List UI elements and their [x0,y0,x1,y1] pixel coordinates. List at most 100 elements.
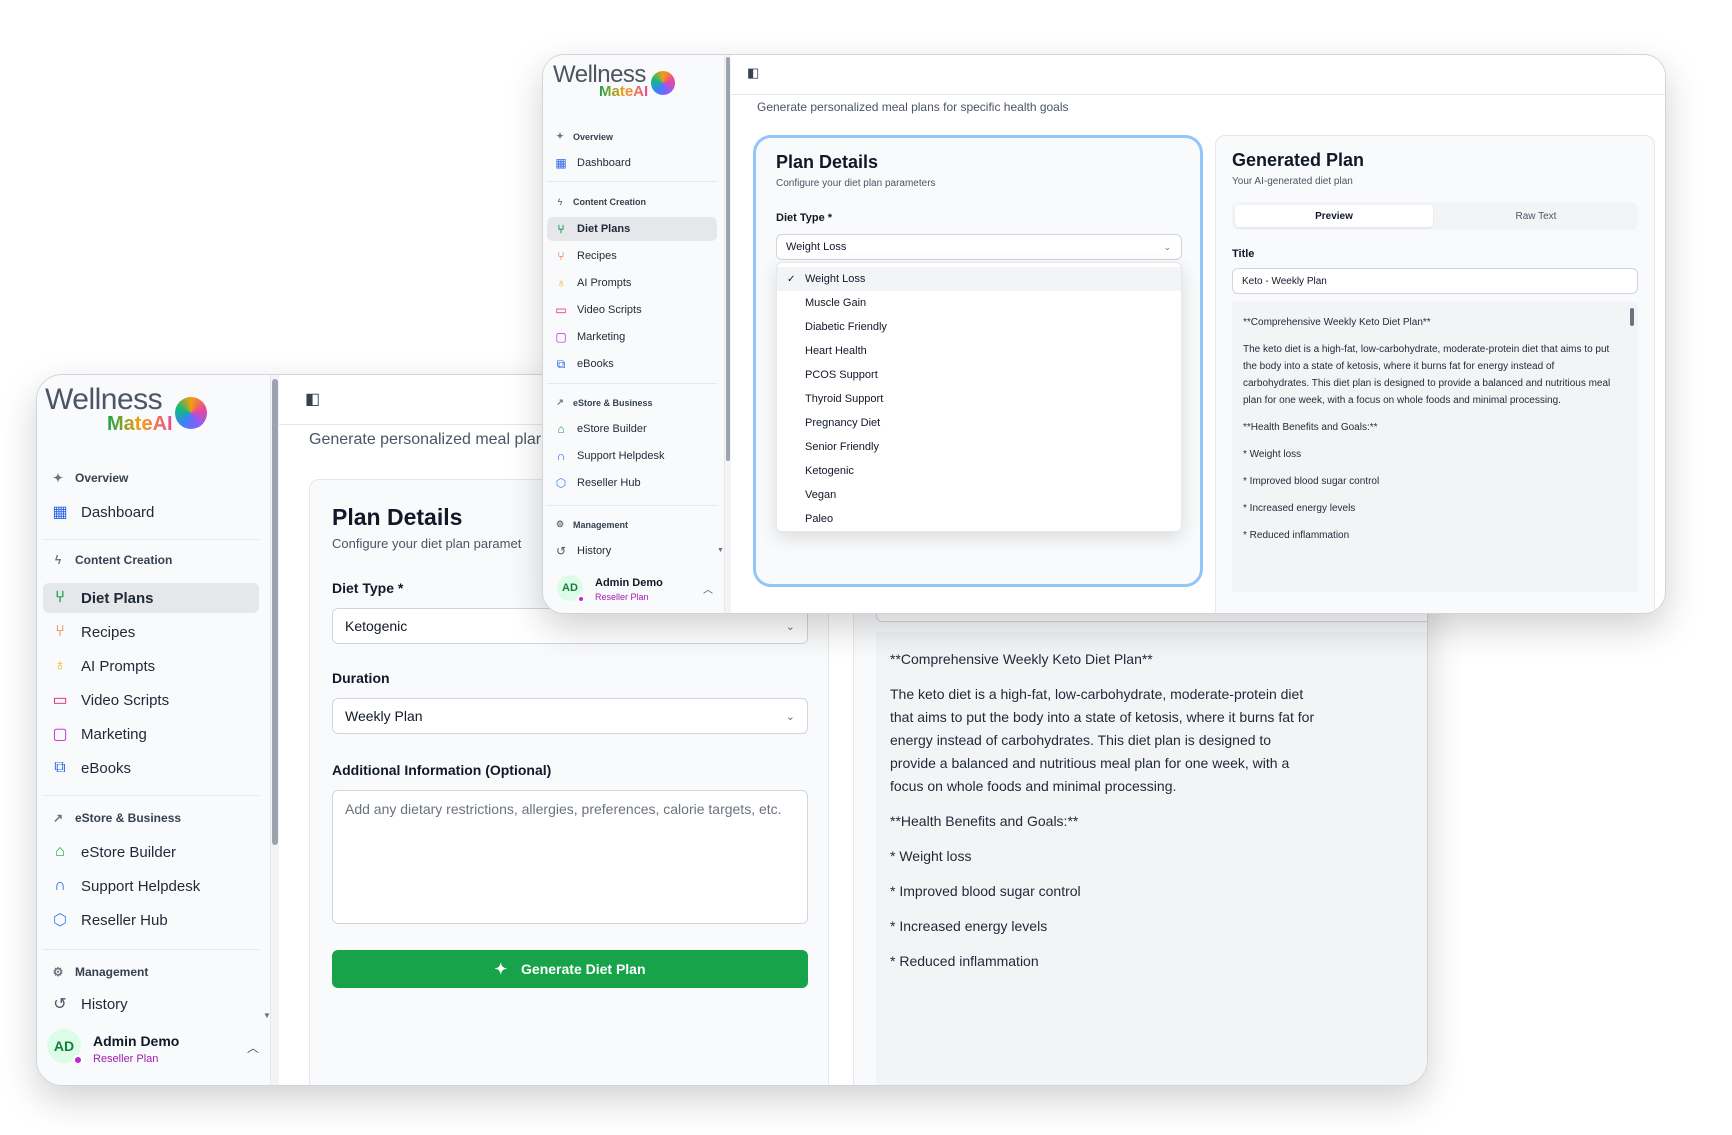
plan-title-input[interactable]: Keto - Weekly Plan [1232,268,1638,294]
diet-option[interactable]: Thyroid Support [777,387,1181,411]
diet-type-select[interactable]: Weight Loss ⌄ [776,234,1182,260]
lightbulb-icon: ♁ [54,657,66,674]
book-icon: ⧉ [54,759,66,776]
sidebar-item-reseller-hub[interactable]: ⬡ Reseller Hub [43,905,259,935]
brain-logo-icon [175,397,207,429]
section-content-creation: ϟ Content Creation [49,553,173,567]
tab-preview[interactable]: Preview [1235,205,1433,227]
history-icon: ↺ [555,544,567,558]
history-icon: ↺ [53,996,67,1013]
plan-details-subtitle: Configure your diet plan paramet [332,536,522,551]
sidebar-item-estore-builder[interactable]: ⌂ eStore Builder [547,417,717,441]
additional-info-label: Additional Information (Optional) [332,762,552,778]
sidebar-item-recipes[interactable]: ⑂ Recipes [43,617,259,647]
title-label: Title [1232,248,1255,260]
diet-option[interactable]: Vegan [777,483,1181,507]
page-subtitle: Generate personalized meal plans for spe… [757,100,1069,114]
sidebar-toggle-icon[interactable]: ◧ [747,65,759,81]
sidebar: Wellness MateAI ✦ Overview ▦ Dashboard ϟ… [37,375,271,1085]
section-content-creation: ϟ Content Creation [553,197,646,207]
diet-option[interactable]: Muscle Gain [777,291,1181,315]
diet-option[interactable]: Paleo [777,507,1181,531]
fork-knife-icon: ⑂ [557,249,565,263]
store-icon: ⌂ [557,422,565,436]
sidebar-item-ai-prompts[interactable]: ♁ AI Prompts [547,271,717,295]
sidebar-divider [43,539,259,540]
diet-option[interactable]: Pregnancy Diet [777,411,1181,435]
sidebar-item-ai-prompts[interactable]: ♁ AI Prompts [43,651,259,681]
sidebar-divider [547,383,717,384]
sidebar-scroll-thumb[interactable] [726,57,730,461]
sidebar-divider [43,795,259,796]
tab-raw-text[interactable]: Raw Text [1437,205,1635,227]
sidebar-item-support-helpdesk[interactable]: ∩ Support Helpdesk [43,871,259,901]
sidebar-item-estore-builder[interactable]: ⌂ eStore Builder [43,837,259,867]
duration-label: Duration [332,670,390,686]
sidebar-item-ebooks[interactable]: ⧉ eBooks [547,352,717,376]
sidebar-item-support-helpdesk[interactable]: ∩ Support Helpdesk [547,444,717,468]
package-icon: ⬡ [53,912,67,929]
online-status-dot [73,1055,83,1065]
brand-sub: MateAI [599,83,649,100]
sidebar-item-history[interactable]: ↺ History [547,539,717,563]
sidebar-item-history[interactable]: ↺ History [43,989,259,1019]
sidebar-item-video-scripts[interactable]: ▭ Video Scripts [43,685,259,715]
sidebar-item-dashboard[interactable]: ▦ Dashboard [43,497,259,527]
sidebar-scroll-down-icon[interactable]: ▼ [717,547,724,554]
sidebar-item-marketing[interactable]: ▢ Marketing [43,719,259,749]
diet-option[interactable]: PCOS Support [777,363,1181,387]
additional-info-textarea[interactable]: Add any dietary restrictions, allergies,… [332,790,808,924]
sidebar-scrollbar[interactable] [271,375,279,1085]
sidebar-item-reseller-hub[interactable]: ⬡ Reseller Hub [547,471,717,495]
section-overview: ✦ Overview [49,471,128,485]
sidebar-divider [43,949,259,950]
generated-plan-card: Generated Plan Your AI-generated diet pl… [1215,135,1655,613]
plan-content-scroll-thumb[interactable] [1630,308,1634,326]
plan-content: **Comprehensive Weekly Keto Diet Plan** … [1232,302,1626,592]
brand-logo: Wellness MateAI [45,383,265,435]
chevron-down-icon: ⌄ [785,710,795,723]
plan-content-scrollbar[interactable] [1626,302,1638,592]
sidebar-scroll-down-icon[interactable]: ▼ [263,1011,271,1020]
headset-icon: ∩ [54,877,66,894]
sidebar-item-video-scripts[interactable]: ▭ Video Scripts [547,298,717,322]
sidebar-item-marketing[interactable]: ▢ Marketing [547,325,717,349]
user-name: Admin Demo [93,1033,180,1049]
sidebar-item-dashboard[interactable]: ▦ Dashboard [547,151,717,175]
user-plan: Reseller Plan [93,1053,159,1065]
diet-option[interactable]: Diabetic Friendly [777,315,1181,339]
sidebar-item-ebooks[interactable]: ⧉ eBooks [43,753,259,783]
sidebar-item-diet-plans[interactable]: ⑂ Diet Plans [43,583,259,613]
diet-option[interactable]: Heart Health [777,339,1181,363]
sidebar-toggle-icon[interactable]: ◧ [305,389,320,409]
top-bar: ◧ [731,55,1665,95]
section-management: ⚙ Management [49,965,149,979]
diet-type-dropdown: ✓ Weight Loss Muscle Gain Diabetic Frien… [776,262,1182,532]
preview-tabs: Preview Raw Text [1232,202,1638,230]
trend-icon: ↗ [556,397,564,407]
generated-plan-subtitle: Your AI-generated diet plan [1232,176,1353,187]
diet-option[interactable]: Ketogenic [777,459,1181,483]
plan-details-title: Plan Details [332,504,463,530]
video-icon: ▭ [555,303,567,317]
sidebar-item-recipes[interactable]: ⑂ Recipes [547,244,717,268]
dashboard-grid-icon: ▦ [555,156,567,170]
diet-option[interactable]: Senior Friendly [777,435,1181,459]
sidebar-scrollbar[interactable] [725,55,731,613]
package-icon: ⬡ [555,476,567,490]
sidebar-scroll-thumb[interactable] [272,379,278,845]
duration-select[interactable]: Weekly Plan ⌄ [332,698,808,734]
chevron-up-icon[interactable]: ︿ [247,1039,259,1056]
chevron-up-icon[interactable]: ︿ [703,581,713,596]
diet-option[interactable]: ✓ Weight Loss [777,267,1181,291]
user-name: Admin Demo [595,577,663,589]
generate-diet-plan-button[interactable]: ✦ Generate Diet Plan [332,950,808,988]
brain-logo-icon [651,71,675,95]
book-icon: ⧉ [556,356,566,371]
sidebar-item-diet-plans[interactable]: ⑂ Diet Plans [547,217,717,241]
plan-content: **Comprehensive Weekly Keto Diet Plan** … [876,632,1427,1085]
utensils-icon: ⑂ [557,222,565,236]
gear-icon: ⚙ [555,519,565,529]
section-estore-business: ↗ eStore & Business [553,397,652,408]
store-icon: ⌂ [55,843,65,860]
